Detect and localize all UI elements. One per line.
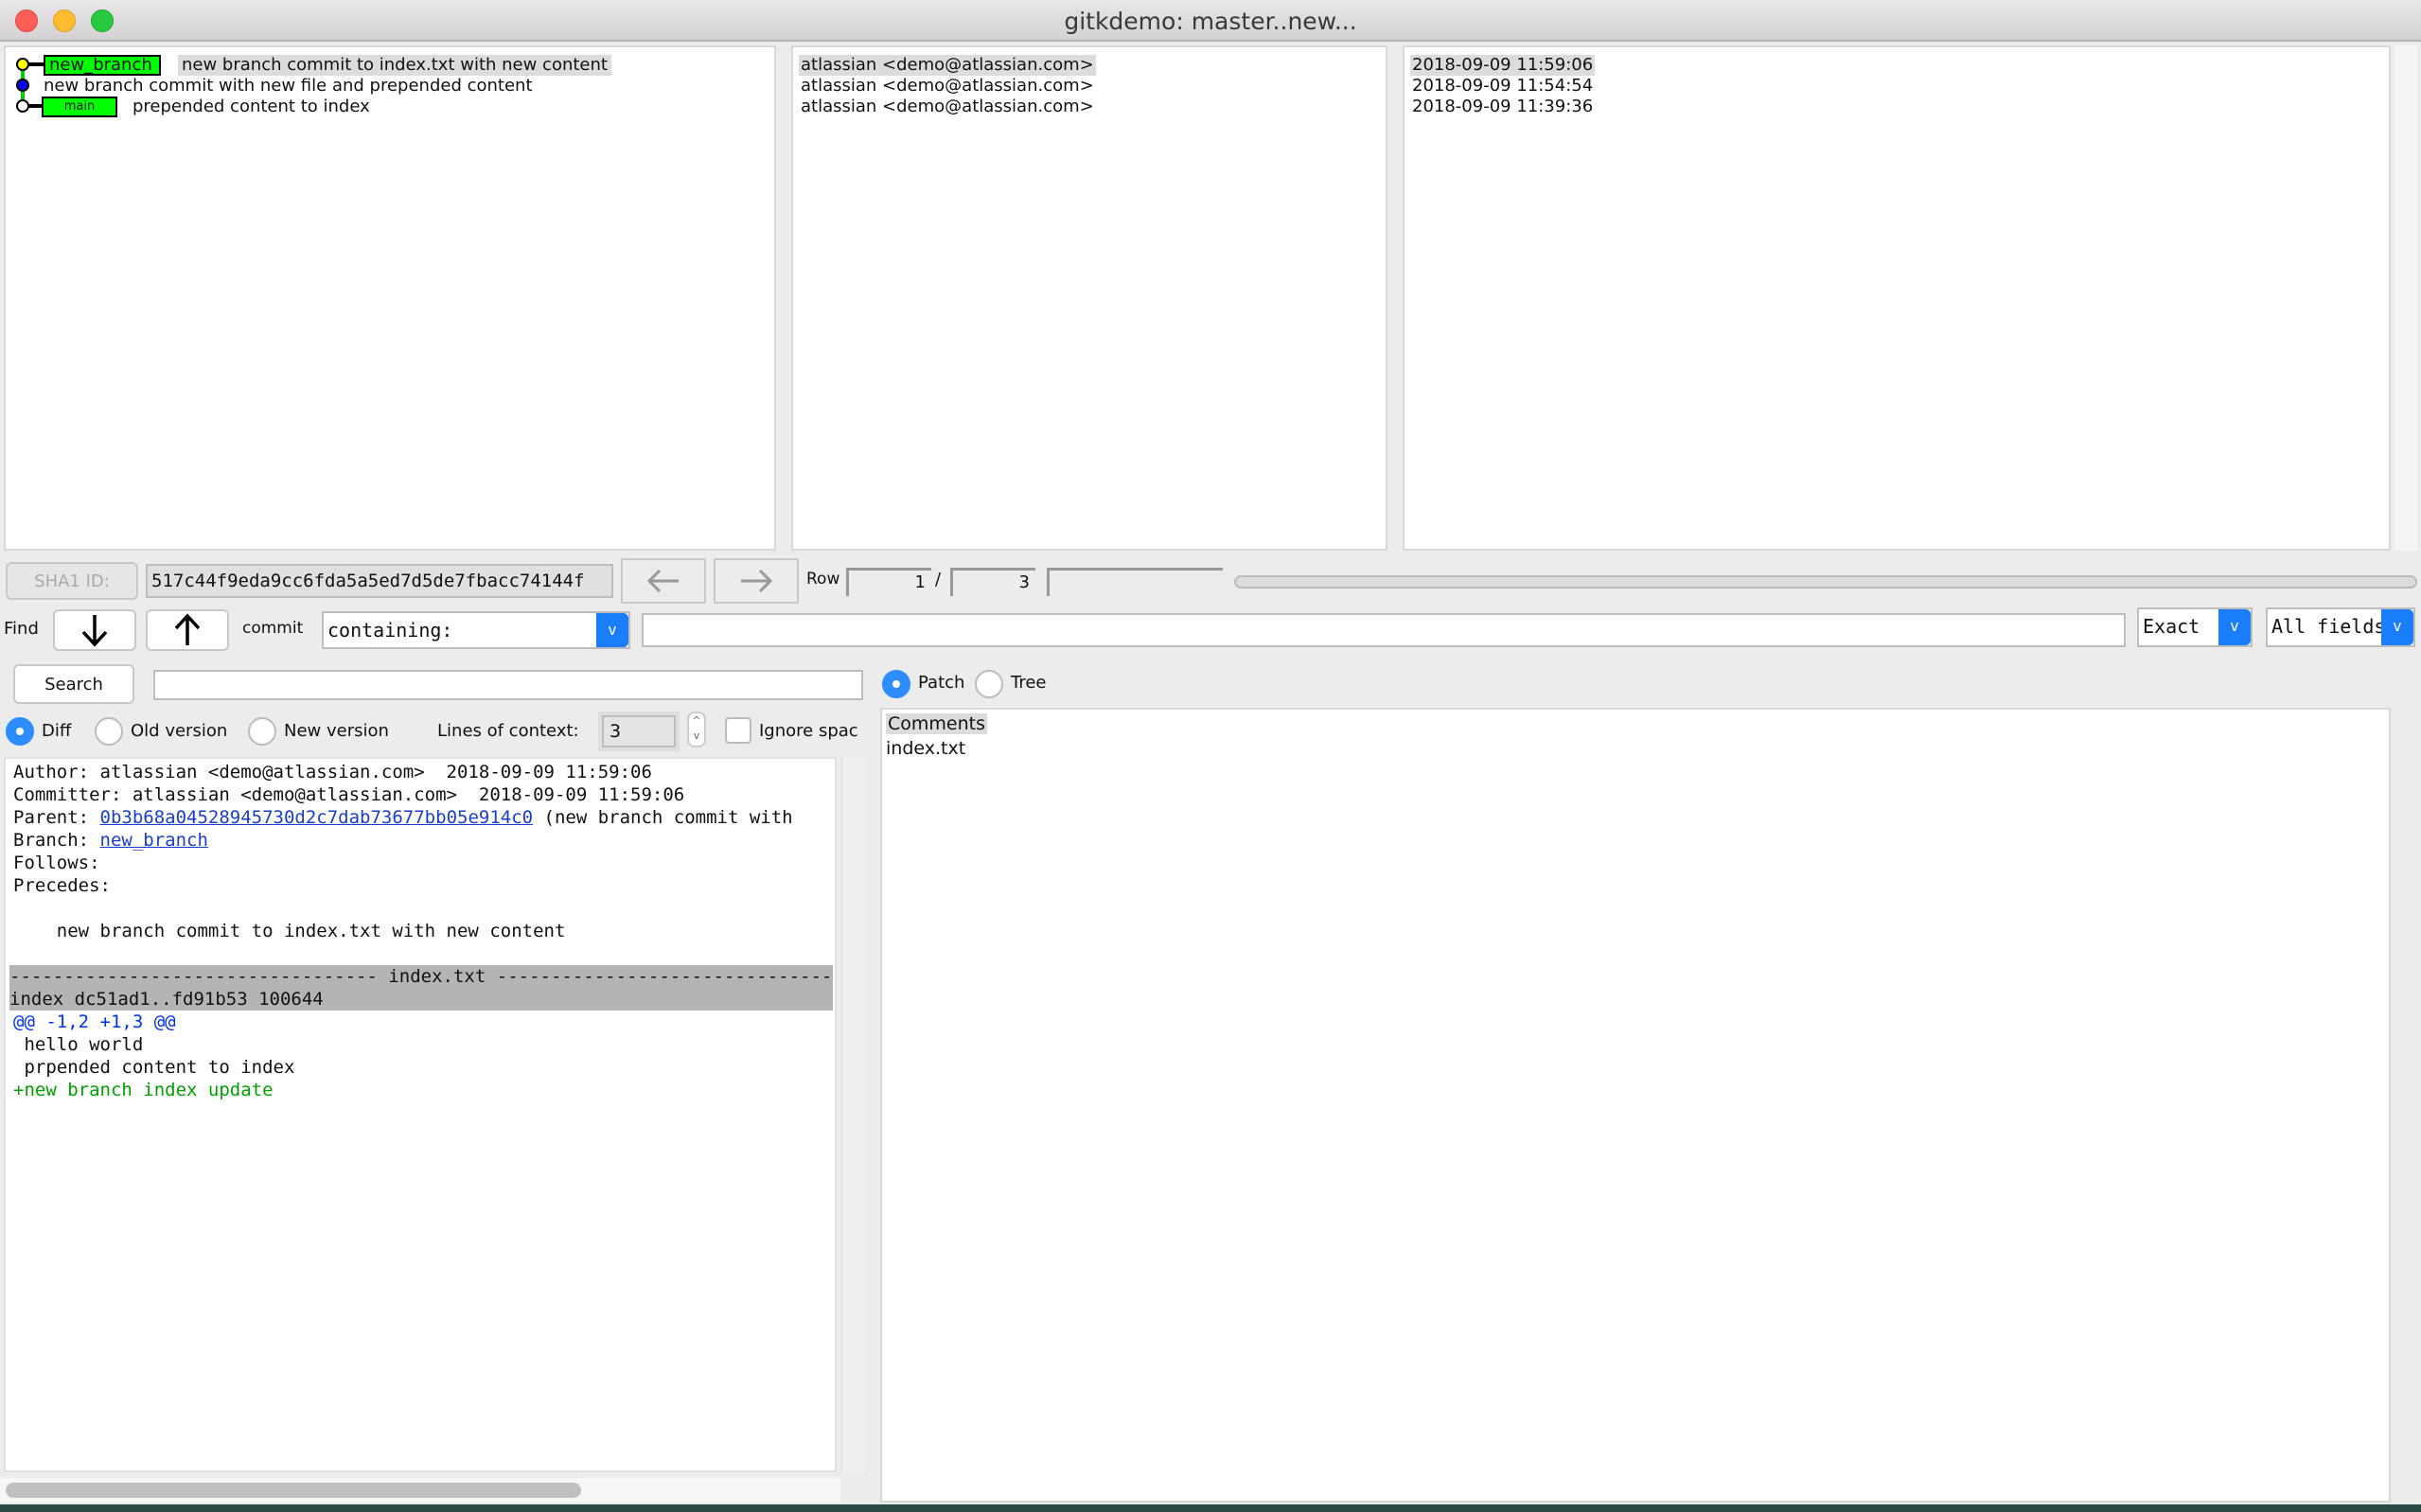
hunk-header: @@ -1,2 +1,3 @@ (13, 1011, 176, 1032)
parent-line: Parent: 0b3b68a04528945730d2c7dab73677bb… (13, 806, 793, 829)
match-type-value: Exact (2143, 615, 2200, 638)
arrow-down-icon (81, 615, 108, 647)
sha1-id-button[interactable]: SHA1 ID: (6, 562, 138, 600)
follows-line: Follows: (13, 853, 100, 873)
chevron-down-icon: v (2218, 609, 2251, 645)
find-mode-dropdown[interactable]: containing: v (322, 611, 630, 649)
commit-author[interactable]: atlassian <demo@atlassian.com> (801, 76, 1094, 97)
arrow-up-icon (174, 613, 201, 645)
commit-message[interactable]: new branch commit to index.txt with new … (178, 55, 611, 76)
chevron-down-icon: v (596, 613, 628, 647)
commit-author[interactable]: atlassian <demo@atlassian.com> (801, 97, 1094, 117)
file-list-item[interactable]: Comments (886, 713, 987, 734)
context-spinbox[interactable]: 3 (598, 712, 680, 751)
match-type-dropdown[interactable]: Exact v (2137, 607, 2253, 647)
file-list-item[interactable]: index.txt (886, 738, 965, 759)
branch-label: Branch: (13, 830, 100, 851)
precedes-line: Precedes: (13, 875, 111, 896)
context-value[interactable]: 3 (602, 715, 676, 747)
row-current-field: 1 (846, 568, 931, 596)
find-prev-button[interactable] (146, 609, 229, 651)
branch-tag-new-branch[interactable]: new_branch (44, 55, 161, 76)
row-label: Row (806, 570, 840, 589)
commit-date[interactable]: 2018-09-09 11:54:54 (1412, 76, 1593, 97)
commit-author[interactable]: atlassian <demo@atlassian.com> (799, 55, 1096, 76)
back-button[interactable] (621, 558, 706, 604)
tree-label: Tree (1011, 673, 1047, 693)
branch-line: Branch: new_branch (13, 829, 208, 852)
scrollbar-thumb[interactable] (6, 1483, 581, 1498)
diff-label: Diff (42, 721, 72, 741)
file-list-pane[interactable]: Comments index.txt (880, 708, 2391, 1503)
new-version-label: New version (284, 721, 389, 741)
commit-message[interactable]: prepended content to index (133, 97, 370, 117)
commit-graph-pane[interactable]: new_branch new branch commit to index.tx… (4, 45, 776, 551)
branch-link[interactable]: new_branch (100, 830, 208, 851)
author-pane[interactable]: atlassian <demo@atlassian.com> atlassian… (791, 45, 1387, 551)
search-input[interactable] (153, 670, 863, 700)
ignore-space-checkbox[interactable] (725, 717, 751, 744)
lines-of-context-label: Lines of context: (437, 721, 579, 741)
diff-line-added: +new branch index update (13, 1080, 274, 1100)
patch-label: Patch (918, 673, 965, 693)
arrow-right-icon (741, 569, 773, 593)
find-type-label: commit (242, 619, 304, 638)
old-version-radio[interactable] (95, 717, 123, 746)
file-header: ---------------------------------- index… (9, 965, 833, 988)
chevron-down-icon[interactable]: v (689, 729, 704, 744)
context-stepper[interactable]: ^ v (687, 712, 706, 747)
row-total-field: 3 (950, 568, 1035, 596)
commit-message[interactable]: new branch commit with new file and prep… (44, 76, 533, 97)
status-field (1047, 568, 1223, 596)
committer-line: Committer: atlassian <demo@atlassian.com… (13, 784, 685, 805)
commit-node-3[interactable] (16, 99, 29, 113)
find-next-button[interactable] (53, 609, 136, 651)
commit-date[interactable]: 2018-09-09 11:39:36 (1412, 97, 1593, 117)
search-fields-value: All fields (2271, 615, 2386, 638)
forward-button[interactable] (714, 558, 799, 604)
diff-line: prpended content to index (13, 1057, 295, 1078)
title-bar: gitkdemo: master..new... (0, 0, 2421, 42)
find-mode-value: containing: (327, 619, 453, 642)
history-scrollbar[interactable] (2394, 45, 2417, 551)
old-version-label: Old version (131, 721, 228, 741)
desktop-background (0, 1504, 2421, 1512)
ignore-space-label: Ignore spac (759, 721, 858, 741)
chevron-down-icon: v (2381, 609, 2413, 645)
details-horizontal-scrollbar[interactable] (0, 1478, 840, 1503)
parent-sha-link[interactable]: 0b3b68a04528945730d2c7dab73677bb05e914c0 (100, 807, 534, 828)
parent-suffix: (new branch commit with (533, 807, 793, 828)
commit-node-1[interactable] (16, 58, 29, 71)
parent-label: Parent: (13, 807, 100, 828)
commit-message-text: new branch commit to index.txt with new … (13, 921, 566, 941)
diff-line: hello world (13, 1034, 144, 1055)
diff-radio[interactable] (6, 717, 34, 746)
sha1-id-field[interactable]: 517c44f9eda9cc6fda5a5ed7d5de7fbacc74144f (146, 564, 613, 598)
commit-node-2[interactable] (16, 79, 29, 92)
new-version-radio[interactable] (248, 717, 276, 746)
progress-bar (1234, 575, 2417, 589)
date-pane[interactable]: 2018-09-09 11:59:06 2018-09-09 11:54:54 … (1403, 45, 2391, 551)
find-input[interactable] (642, 613, 2126, 647)
chevron-up-icon[interactable]: ^ (689, 713, 704, 729)
commit-date[interactable]: 2018-09-09 11:59:06 (1410, 55, 1596, 76)
details-vertical-scrollbar[interactable] (840, 757, 865, 1472)
search-fields-dropdown[interactable]: All fields v (2266, 607, 2415, 647)
window-title: gitkdemo: master..new... (1064, 8, 1357, 35)
author-line: Author: atlassian <demo@atlassian.com> 2… (13, 762, 652, 782)
index-line: index dc51ad1..fd91b53 100644 (9, 988, 833, 1011)
tree-radio[interactable] (975, 670, 1003, 698)
search-button[interactable]: Search (13, 664, 134, 704)
row-separator: / (935, 570, 942, 589)
commit-details-pane[interactable]: Author: atlassian <demo@atlassian.com> 2… (4, 757, 837, 1472)
arrow-left-icon (646, 569, 679, 593)
patch-radio[interactable] (882, 670, 910, 698)
find-label: Find (4, 619, 39, 639)
branch-tag-main[interactable]: main (42, 97, 117, 117)
